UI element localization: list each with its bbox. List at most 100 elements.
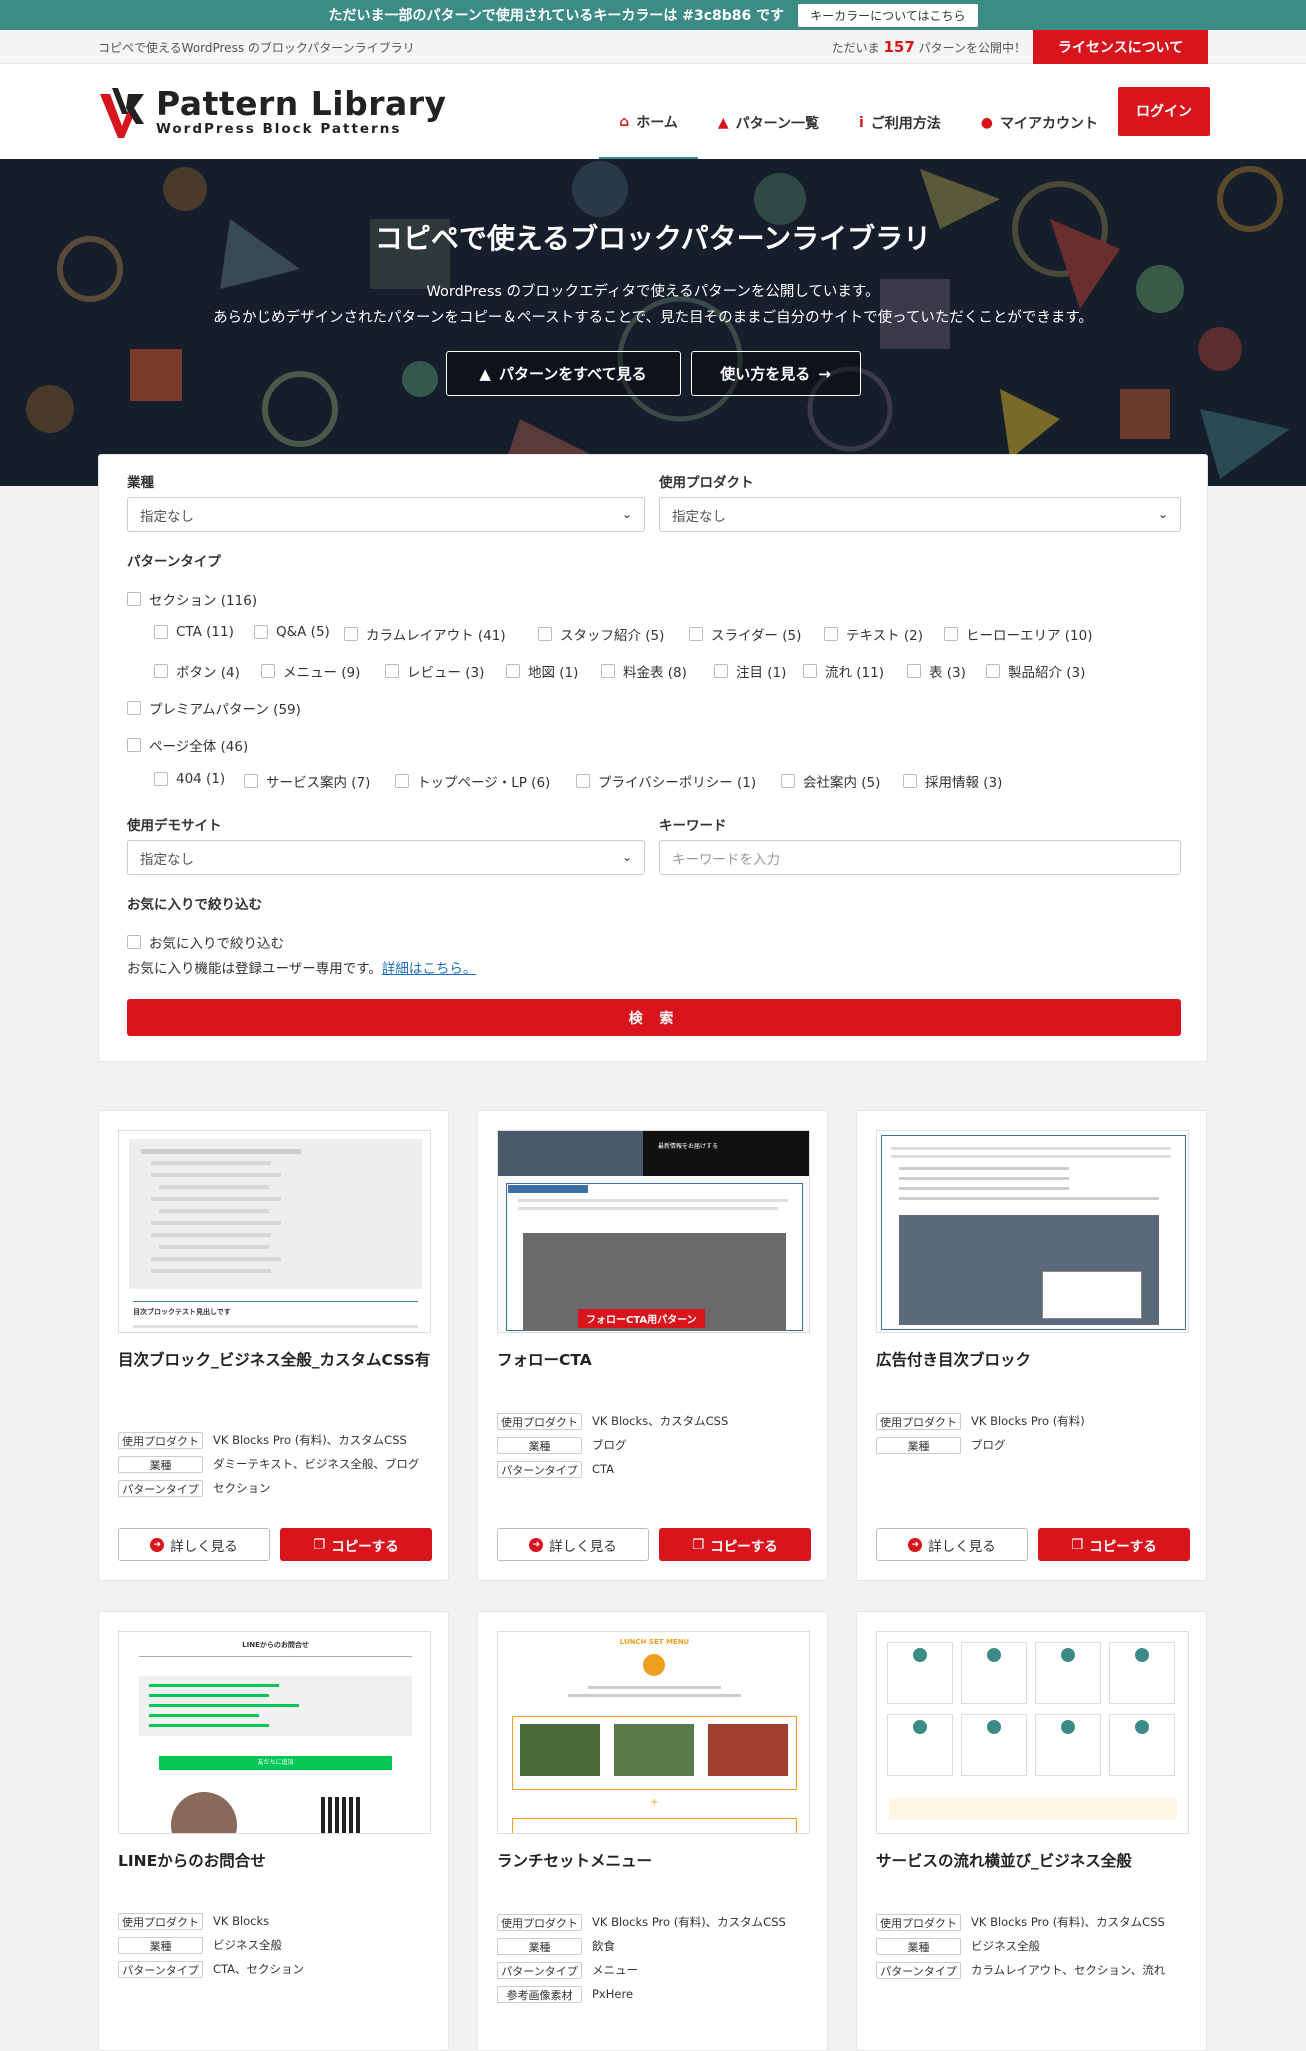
product-select[interactable]: 指定なし ⌄ <box>659 497 1181 532</box>
checkbox-slider[interactable]: スライダー (5) <box>689 624 801 644</box>
checkbox-404[interactable]: 404 (1) <box>154 771 225 787</box>
pattern-thumbnail[interactable]: 目次ブロックテスト見出しです <box>118 1130 431 1333</box>
checkbox-pricing[interactable]: 料金表 (8) <box>601 661 687 681</box>
pattern-title[interactable]: サービスの流れ横並び_ビジネス全般 <box>876 1850 1189 1872</box>
checkbox-box[interactable] <box>385 664 399 678</box>
checkbox-box[interactable] <box>576 774 590 788</box>
industry-select[interactable]: 指定なし ⌄ <box>127 497 645 532</box>
checkbox-section[interactable]: セクション (116) <box>127 589 257 609</box>
checkbox-box[interactable] <box>154 664 168 678</box>
detail-button[interactable]: ➜ 詳しく見る <box>876 1528 1028 1561</box>
demo-site-select[interactable]: 指定なし ⌄ <box>127 840 645 875</box>
key-color-button[interactable]: キーカラーについてはこちら <box>798 3 978 27</box>
checkbox-company[interactable]: 会社案内 (5) <box>781 771 880 791</box>
count-number: 157 <box>883 38 915 56</box>
checkbox-product[interactable]: 製品紹介 (3) <box>986 661 1085 681</box>
checkbox-box[interactable] <box>538 627 552 641</box>
meta-value: VK Blocks Pro (有料)、カスタムCSS <box>213 1433 407 1447</box>
checkbox-hero[interactable]: ヒーローエリア (10) <box>944 624 1093 644</box>
checkbox-box[interactable] <box>154 772 168 786</box>
checkbox-box[interactable] <box>803 664 817 678</box>
meta-key: 使用プロダクト <box>876 1914 961 1931</box>
checkbox-box[interactable] <box>127 935 141 949</box>
pattern-thumbnail[interactable]: 最新情報をお届けする フォローCTA用パターン <box>497 1130 810 1333</box>
login-button[interactable]: ログイン <box>1118 86 1210 136</box>
checkbox-button[interactable]: ボタン (4) <box>154 661 240 681</box>
detail-button[interactable]: ➜ 詳しく見る <box>497 1528 649 1561</box>
checkbox-service[interactable]: サービス案内 (7) <box>244 771 370 791</box>
detail-button[interactable]: ➜ 詳しく見る <box>118 1528 270 1561</box>
checkbox-cta[interactable]: CTA (11) <box>154 624 234 640</box>
checkbox-box[interactable] <box>689 627 703 641</box>
meta-value: ビジネス全般 <box>213 1938 282 1952</box>
checkbox-featured[interactable]: 注目 (1) <box>714 661 786 681</box>
nav-home-label: ホーム <box>636 115 678 131</box>
hero-description: WordPress のブロックエディタで使えるパターンを公開しています。 あらかじ… <box>0 279 1306 331</box>
copy-button[interactable]: ❐ コピーする <box>1038 1528 1190 1561</box>
checkbox-label: ボタン (4) <box>176 665 240 681</box>
checkbox-label: プレミアムパターン (59) <box>149 702 301 718</box>
view-all-patterns-button[interactable]: ▲ パターンをすべて見る <box>445 351 681 396</box>
thumb-cta-heading: 最新情報をお届けする <box>658 1143 719 1150</box>
announcement-text: ただいま一部のパターンで使用されているキーカラーは #3c8b86 です <box>328 8 785 24</box>
checkbox-premium[interactable]: プレミアムパターン (59) <box>127 698 301 718</box>
checkbox-box[interactable] <box>601 664 615 678</box>
checkbox-toppage[interactable]: トップページ・LP (6) <box>395 771 550 791</box>
checkbox-box[interactable] <box>244 774 258 788</box>
checkbox-review[interactable]: レビュー (3) <box>385 661 484 681</box>
checkbox-map[interactable]: 地図 (1) <box>506 661 578 681</box>
pattern-card: 目次ブロックテスト見出しです 目次ブロック_ビジネス全般_カスタムCSS有 使用… <box>98 1110 449 1581</box>
checkbox-box[interactable] <box>344 627 358 641</box>
checkbox-recruit[interactable]: 採用情報 (3) <box>903 771 1002 791</box>
checkbox-box[interactable] <box>127 701 141 715</box>
checkbox-fullpage[interactable]: ページ全体 (46) <box>127 735 248 755</box>
checkbox-box[interactable] <box>824 627 838 641</box>
pattern-thumbnail[interactable]: LINEからのお問合せ 友だちに追加 <box>118 1631 431 1834</box>
license-button[interactable]: ライセンスについて <box>1033 30 1208 64</box>
checkbox-privacy[interactable]: プライバシーポリシー (1) <box>576 771 756 791</box>
checkbox-table[interactable]: 表 (3) <box>907 661 966 681</box>
checkbox-box[interactable] <box>944 627 958 641</box>
copy-button[interactable]: ❐ コピーする <box>659 1528 811 1561</box>
view-usage-button[interactable]: 使い方を見る → <box>690 351 861 396</box>
pattern-thumbnail[interactable]: LUNCH SET MENU + <box>497 1631 810 1834</box>
checkbox-menu[interactable]: メニュー (9) <box>261 661 360 681</box>
pattern-thumbnail[interactable] <box>876 1130 1189 1333</box>
checkbox-box[interactable] <box>127 592 141 606</box>
checkbox-column[interactable]: カラムレイアウト (41) <box>344 624 506 644</box>
checkbox-box[interactable] <box>254 625 268 639</box>
checkbox-box[interactable] <box>714 664 728 678</box>
checkbox-box[interactable] <box>986 664 1000 678</box>
checkbox-box[interactable] <box>506 664 520 678</box>
checkbox-box[interactable] <box>903 774 917 788</box>
checkbox-flow[interactable]: 流れ (11) <box>803 661 884 681</box>
pattern-title[interactable]: ランチセットメニュー <box>497 1850 810 1872</box>
nav-patterns[interactable]: ▲ パターン一覧 <box>698 87 839 159</box>
checkbox-box[interactable] <box>261 664 275 678</box>
site-logo[interactable]: Pattern Library WordPress Block Patterns <box>98 84 447 140</box>
checkbox-box[interactable] <box>907 664 921 678</box>
nav-usage[interactable]: i ご利用方法 <box>839 87 961 159</box>
pattern-type-label: パターンタイプ <box>127 554 221 570</box>
checkbox-staff[interactable]: スタッフ紹介 (5) <box>538 624 664 644</box>
checkbox-favorite[interactable]: お気に入りで絞り込む <box>127 932 284 952</box>
checkbox-text[interactable]: テキスト (2) <box>824 624 923 644</box>
pattern-title[interactable]: LINEからのお問合せ <box>118 1850 431 1872</box>
pattern-title[interactable]: フォローCTA <box>497 1349 810 1371</box>
checkbox-box[interactable] <box>127 738 141 752</box>
checkbox-box[interactable] <box>154 625 168 639</box>
favorite-detail-link[interactable]: 詳細はこちら。 <box>382 957 477 977</box>
pattern-title[interactable]: 広告付き目次ブロック <box>876 1349 1189 1371</box>
nav-home[interactable]: ⌂ ホーム <box>599 87 698 159</box>
pattern-title[interactable]: 目次ブロック_ビジネス全般_カスタムCSS有 <box>118 1349 431 1371</box>
checkbox-qa[interactable]: Q&A (5) <box>254 624 330 640</box>
meta-value: VK Blocks <box>213 1914 270 1928</box>
arrow-circle-icon: ➜ <box>529 1537 544 1552</box>
nav-account[interactable]: ● マイアカウント <box>961 87 1118 159</box>
checkbox-box[interactable] <box>781 774 795 788</box>
keyword-input[interactable]: キーワードを入力 <box>659 840 1181 875</box>
search-submit-button[interactable]: 検 索 <box>127 999 1181 1036</box>
pattern-thumbnail[interactable] <box>876 1631 1189 1834</box>
copy-button[interactable]: ❐ コピーする <box>280 1528 432 1561</box>
checkbox-box[interactable] <box>395 774 409 788</box>
